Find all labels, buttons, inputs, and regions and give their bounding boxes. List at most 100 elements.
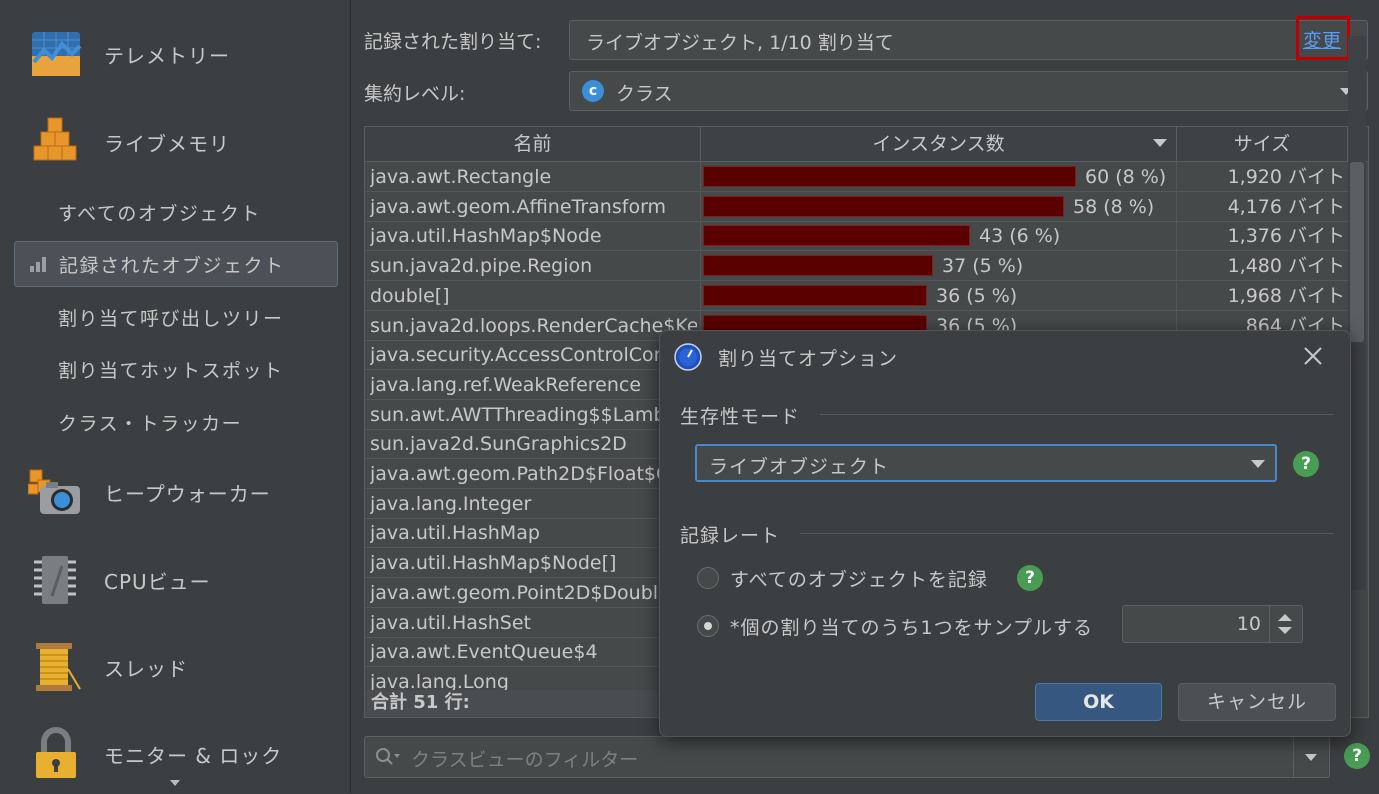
record-all-help-icon[interactable]: ? (1017, 565, 1043, 591)
class-name-cell: java.lang.ref.WeakReference (370, 373, 642, 396)
filter-help-icon[interactable]: ? (1344, 743, 1370, 769)
class-filter-input[interactable]: クラスビューのフィルター (364, 736, 1330, 778)
class-name-cell: java.security.AccessControlContext (370, 344, 697, 367)
class-name-cell: sun.java2d.loops.RenderCache$Key (370, 314, 697, 337)
class-name-cell: java.util.HashMap$Node[] (370, 552, 617, 575)
record-all-radio[interactable] (697, 567, 719, 589)
column-header-instances-text: インスタンス数 (872, 133, 1005, 155)
column-header-size-text: サイズ (1233, 133, 1291, 155)
sidebar-item-telemetry[interactable]: テレメトリー (0, 14, 350, 94)
filter-divider (1293, 737, 1294, 777)
instance-count-bar (703, 166, 1076, 187)
sidebar-label-live-memory: ライブメモリ (104, 131, 230, 156)
table-total-row: 合計 51 行: (365, 690, 671, 716)
sample-rate-value[interactable]: 10 (1133, 613, 1261, 635)
sidebar-item-all-objects[interactable]: すべてのオブジェクト (14, 190, 336, 234)
spinner-divider (1269, 606, 1270, 642)
recorded-allocations-label: 記録された割り当て: (364, 31, 542, 53)
class-name-cell: sun.java2d.pipe.Region (370, 255, 593, 278)
instance-count-bar (703, 225, 970, 247)
live-memory-icon (33, 117, 77, 161)
table-scrollbar-thumb[interactable] (1350, 162, 1364, 342)
section-separator (820, 414, 1334, 415)
sidebar-sub-label: 割り当て呼び出しツリー (58, 307, 284, 330)
sidebar-item-allocation-hot-spots[interactable]: 割り当てホットスポット (14, 347, 336, 391)
heap-walker-icon (28, 469, 80, 514)
sample-radio[interactable] (697, 615, 719, 637)
size-cell: 1,968 バイト (1227, 284, 1345, 307)
sample-label[interactable]: *個の割り当てのうち1つをサンプルする (730, 613, 1093, 640)
sidebar-label-telemetry: テレメトリー (104, 43, 230, 68)
change-link[interactable]: 変更 (1303, 26, 1341, 53)
spinner-down-icon[interactable] (1278, 627, 1292, 634)
thread-spool-icon (36, 643, 81, 691)
filter-history-dropdown-icon[interactable] (1305, 754, 1317, 761)
instance-count-bar (703, 255, 933, 277)
dialog-title: 割り当てオプション (718, 348, 899, 370)
column-header-name[interactable]: 名前 (365, 127, 701, 162)
table-row[interactable]: double[] 36 (5 %) 1,968 バイト (365, 281, 1348, 311)
aggregation-level-label: 集約レベル: (364, 83, 466, 105)
liveness-help-icon[interactable]: ? (1293, 451, 1319, 477)
record-all-label[interactable]: すべてのオブジェクトを記録 (730, 565, 988, 592)
sidebar-item-threads[interactable]: スレッド (0, 627, 350, 707)
size-cell: 4,176 バイト (1227, 195, 1345, 218)
recorded-allocations-field: ライブオブジェクト, 1/10 割り当て (569, 20, 1368, 60)
recorded-allocations-value: ライブオブジェクト, 1/10 割り当て (586, 32, 894, 54)
class-name-cell: sun.java2d.SunGraphics2D (370, 433, 627, 456)
bar-chart-icon (30, 257, 46, 272)
sidebar-label-threads: スレッド (104, 656, 188, 681)
sidebar-sub-label: すべてのオブジェクト (58, 202, 261, 225)
spinner-up-icon[interactable] (1278, 614, 1292, 621)
class-name-cell: java.awt.EventQueue$4 (370, 641, 598, 664)
lock-icon (36, 727, 76, 778)
sidebar-label-monitors-locks: モニター & ロック (104, 743, 283, 768)
instance-count-bar (703, 284, 927, 306)
size-cell: 1,480 バイト (1227, 255, 1345, 278)
ok-button[interactable]: OK (1035, 683, 1162, 721)
class-name-cell: java.util.HashSet (370, 611, 532, 634)
section-separator (800, 533, 1334, 534)
search-icon (376, 748, 400, 765)
cancel-button[interactable]: キャンセル (1178, 683, 1336, 721)
telemetry-icon (32, 32, 82, 76)
table-row[interactable]: java.util.HashMap$Node 43 (6 %) 1,376 バイト (365, 221, 1348, 252)
allocation-options-dialog: 割り当てオプション 生存性モード ライブオブジェクト ? 記録レート すべてのオ… (659, 330, 1351, 737)
liveness-mode-value: ライブオブジェクト (709, 456, 890, 478)
sidebar-scroll-down-icon[interactable] (170, 780, 180, 786)
table-row[interactable]: java.awt.geom.AffineTransform 58 (8 %) 4,1… (365, 192, 1348, 222)
table-row[interactable]: java.awt.Rectangle 60 (8 %) 1,920 バイト (365, 162, 1348, 192)
column-header-instances[interactable]: インスタンス数 (701, 127, 1177, 162)
class-name-cell: java.awt.geom.Point2D$Double (370, 581, 670, 604)
recording-rate-section-title: 記録レート (680, 525, 781, 547)
class-name-cell: java.awt.geom.Path2D$Float$Copy (370, 463, 697, 485)
sort-descending-icon (1153, 139, 1167, 147)
class-name-cell: java.awt.Rectangle (370, 166, 552, 188)
size-cell: 1,376 バイト (1227, 225, 1345, 248)
class-icon: c (582, 80, 604, 102)
jprofiler-app-icon (674, 343, 702, 371)
liveness-mode-section-title: 生存性モード (680, 406, 801, 428)
sidebar-item-recorded-objects[interactable]: 記録されたオブジェクト (14, 241, 338, 287)
sidebar-item-class-tracker[interactable]: クラス・トラッカー (14, 400, 336, 444)
sidebar-item-allocation-call-tree[interactable]: 割り当て呼び出しツリー (14, 295, 336, 339)
close-icon[interactable] (1302, 345, 1324, 367)
column-header-name-text: 名前 (513, 133, 552, 155)
table-row[interactable]: sun.java2d.pipe.Region 37 (5 %) 1,480 バイト (365, 251, 1348, 282)
class-name-cell: java.awt.geom.AffineTransform (370, 195, 667, 218)
instance-count-cell: 43 (6 %) (979, 225, 1061, 248)
size-cell: 1,920 バイト (1227, 166, 1345, 188)
column-header-size[interactable]: サイズ (1177, 127, 1348, 162)
sidebar: テレメトリー ライブメモリ すべてのオブジェクト 記録されたオブジェクト 割り当… (0, 0, 351, 793)
sidebar-item-heap-walker[interactable]: ヒープウォーカー (0, 452, 350, 532)
instance-count-cell: 36 (5 %) (936, 284, 1018, 307)
aggregation-level-select[interactable]: c クラス (569, 71, 1368, 111)
aggregation-level-value: クラス (616, 83, 673, 105)
liveness-mode-select[interactable]: ライブオブジェクト (695, 444, 1277, 482)
sample-rate-spinner[interactable]: 10 (1122, 605, 1303, 643)
sidebar-item-cpu-view[interactable]: CPUビュー (0, 540, 350, 620)
sidebar-item-live-memory[interactable]: ライブメモリ (0, 102, 350, 182)
class-name-cell: double[] (370, 284, 450, 307)
class-name-cell: java.lang.Integer (370, 492, 532, 515)
class-name-cell: java.util.HashMap (370, 522, 540, 545)
